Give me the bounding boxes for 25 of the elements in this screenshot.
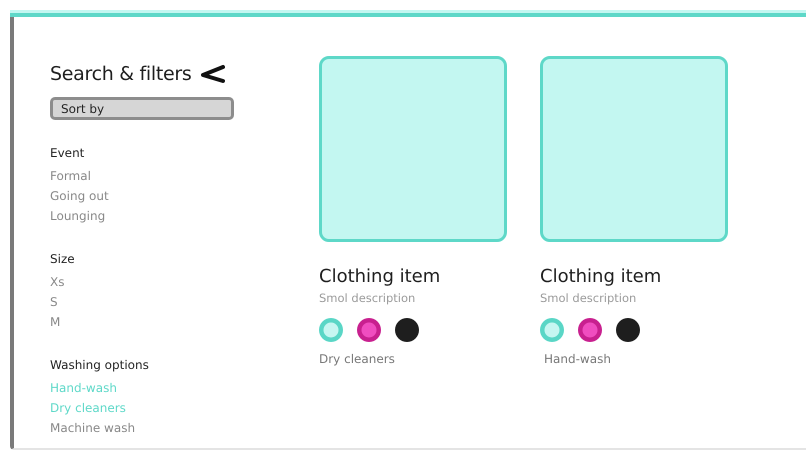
product-title: Clothing item	[540, 266, 662, 287]
filter-heading: Washing options	[50, 358, 150, 372]
filter-heading: Size	[50, 252, 76, 266]
washing-label: Dry cleaners	[319, 352, 396, 366]
filter-option[interactable]: Formal	[50, 166, 279, 186]
filter-option[interactable]: Machine wash	[50, 418, 279, 438]
filter-option[interactable]: M	[50, 312, 279, 332]
filter-option[interactable]: Going out	[50, 186, 279, 206]
filter-option[interactable]: Lounging	[50, 206, 279, 226]
product-description: Smol description	[319, 291, 416, 305]
collapse-chevron-icon[interactable]	[199, 64, 226, 84]
color-swatch[interactable]	[319, 318, 343, 342]
washing-label: Hand-wash	[544, 352, 612, 366]
sidebar-title: Search & filters	[50, 63, 192, 85]
filter-option[interactable]: Xs	[50, 272, 279, 292]
filter-option[interactable]: S	[50, 292, 279, 312]
sort-by-field[interactable]: Sort by	[50, 97, 234, 120]
color-swatch[interactable]	[540, 318, 564, 342]
color-swatch[interactable]	[395, 318, 419, 342]
color-swatch[interactable]	[357, 318, 381, 342]
filter-heading: Event	[50, 146, 86, 160]
product-description: Smol description	[540, 291, 638, 305]
color-swatch[interactable]	[616, 318, 640, 342]
product-title: Clothing item	[319, 266, 442, 287]
color-swatch[interactable]	[578, 318, 602, 342]
